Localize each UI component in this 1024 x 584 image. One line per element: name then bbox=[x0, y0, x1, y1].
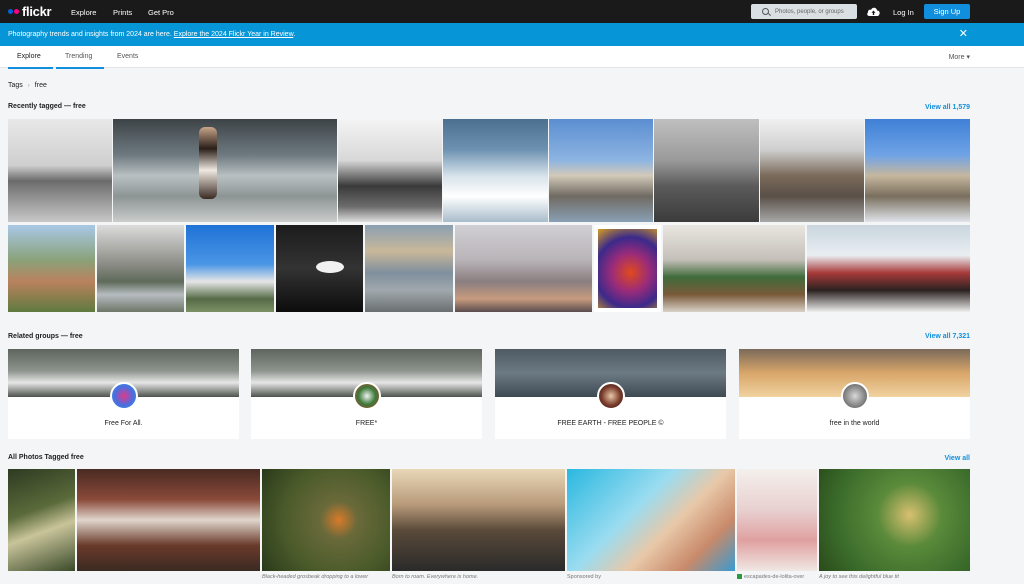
group-card[interactable]: free in the world bbox=[739, 349, 970, 439]
tab-underline-trending bbox=[56, 67, 104, 69]
checkbox-icon bbox=[737, 574, 742, 580]
photo-caption: A joy to see this delightful blue tit bbox=[819, 574, 899, 580]
view-all-recent-link[interactable]: View all 1,579 bbox=[925, 104, 970, 111]
figure-shape bbox=[199, 127, 217, 199]
logo-pink-dot bbox=[14, 9, 19, 14]
photo-tile[interactable] bbox=[819, 469, 970, 571]
breadcrumb-tags[interactable]: Tags bbox=[8, 82, 23, 89]
flickr-logo[interactable]: flickr bbox=[8, 0, 52, 23]
photo-tile[interactable] bbox=[8, 469, 75, 571]
bird-shape bbox=[316, 261, 344, 273]
logo-text: flickr bbox=[22, 4, 52, 19]
announcement-banner: Photography trends and insights from 202… bbox=[0, 23, 1024, 46]
photo-tile[interactable] bbox=[365, 225, 453, 312]
photo-caption-text: escapades-de-lolita-over bbox=[744, 574, 805, 580]
upload-cloud-icon[interactable] bbox=[866, 6, 881, 17]
tab-underline-explore bbox=[8, 67, 53, 69]
photo-tile[interactable] bbox=[276, 225, 363, 312]
sponsored-label: Sponsored by bbox=[567, 574, 601, 580]
photo-tile[interactable] bbox=[443, 119, 548, 222]
photo-tile[interactable] bbox=[760, 119, 864, 222]
photo-tile[interactable] bbox=[455, 225, 592, 312]
photo-tile[interactable] bbox=[113, 119, 337, 222]
group-name: free in the world bbox=[829, 420, 880, 427]
photo-tile[interactable] bbox=[807, 225, 970, 312]
nav-get-pro[interactable]: Get Pro bbox=[148, 8, 174, 17]
photo-caption: Black-headed grosbeak dropping to a lowe… bbox=[262, 574, 369, 580]
breadcrumb-current: free bbox=[34, 82, 47, 89]
photo-tile[interactable] bbox=[262, 469, 390, 571]
photo-tile[interactable] bbox=[865, 119, 970, 222]
group-card[interactable]: Free For All. bbox=[8, 349, 239, 439]
group-avatar bbox=[352, 382, 381, 410]
group-name: FREE* bbox=[355, 420, 378, 427]
banner-suffix: . bbox=[293, 31, 296, 38]
search-input[interactable]: Photos, people, or groups bbox=[751, 4, 857, 19]
photo-tile[interactable] bbox=[77, 469, 260, 571]
photo-caption: escapades-de-lolita-over bbox=[737, 574, 817, 580]
nav-prints[interactable]: Prints bbox=[113, 8, 132, 17]
logo-blue-dot bbox=[8, 9, 13, 14]
group-name: FREE EARTH - FREE PEOPLE © bbox=[557, 420, 664, 427]
login-link[interactable]: Log In bbox=[893, 8, 914, 17]
group-avatar bbox=[109, 382, 138, 410]
banner-text: Photography trends and insights from 202… bbox=[8, 31, 174, 38]
photo-tile[interactable] bbox=[594, 225, 661, 312]
search-icon bbox=[762, 8, 769, 15]
group-card[interactable]: FREE* bbox=[251, 349, 482, 439]
photo-tile[interactable] bbox=[338, 119, 442, 222]
recently-tagged-title: Recently tagged — free bbox=[8, 103, 86, 110]
photo-caption: Born to roam. Everywhere is home. bbox=[392, 574, 479, 580]
photo-tile[interactable] bbox=[8, 119, 112, 222]
photo-tile[interactable] bbox=[549, 119, 653, 222]
close-icon[interactable]: ✕ bbox=[959, 23, 968, 46]
photo-tile[interactable] bbox=[186, 225, 274, 312]
related-groups-title: Related groups — free bbox=[8, 333, 83, 340]
view-all-groups-link[interactable]: View all 7,321 bbox=[925, 333, 970, 340]
banner-link[interactable]: Explore the 2024 Flickr Year in Review bbox=[174, 31, 293, 38]
top-navigation-bar: flickr Explore Prints Get Pro Photos, pe… bbox=[0, 0, 1024, 23]
view-all-photos-link[interactable]: View all bbox=[944, 455, 970, 462]
group-name: Free For All. bbox=[104, 420, 143, 427]
breadcrumb: Tags › free bbox=[8, 82, 47, 89]
photo-tile[interactable] bbox=[737, 469, 817, 571]
group-card[interactable]: FREE EARTH - FREE PEOPLE © bbox=[495, 349, 726, 439]
all-photos-title: All Photos Tagged free bbox=[8, 454, 84, 461]
photo-tile[interactable] bbox=[663, 225, 805, 312]
search-placeholder: Photos, people, or groups bbox=[775, 8, 844, 15]
photo-tile[interactable] bbox=[392, 469, 565, 571]
explore-tabs: Explore Trending Events More ▾ bbox=[0, 46, 1024, 69]
photo-tile[interactable] bbox=[8, 225, 95, 312]
tab-explore[interactable]: Explore bbox=[17, 53, 41, 60]
group-avatar bbox=[596, 382, 625, 410]
nav-explore[interactable]: Explore bbox=[71, 8, 96, 17]
signup-button[interactable]: Sign Up bbox=[924, 4, 970, 19]
tab-events[interactable]: Events bbox=[117, 53, 138, 60]
photo-tile[interactable] bbox=[654, 119, 759, 222]
art-shape bbox=[598, 229, 657, 308]
photo-tile[interactable] bbox=[97, 225, 184, 312]
photo-tile[interactable] bbox=[567, 469, 735, 571]
more-menu[interactable]: More ▾ bbox=[949, 53, 970, 61]
tab-trending[interactable]: Trending bbox=[65, 53, 92, 60]
group-avatar bbox=[840, 382, 869, 410]
chevron-right-icon: › bbox=[27, 83, 30, 89]
